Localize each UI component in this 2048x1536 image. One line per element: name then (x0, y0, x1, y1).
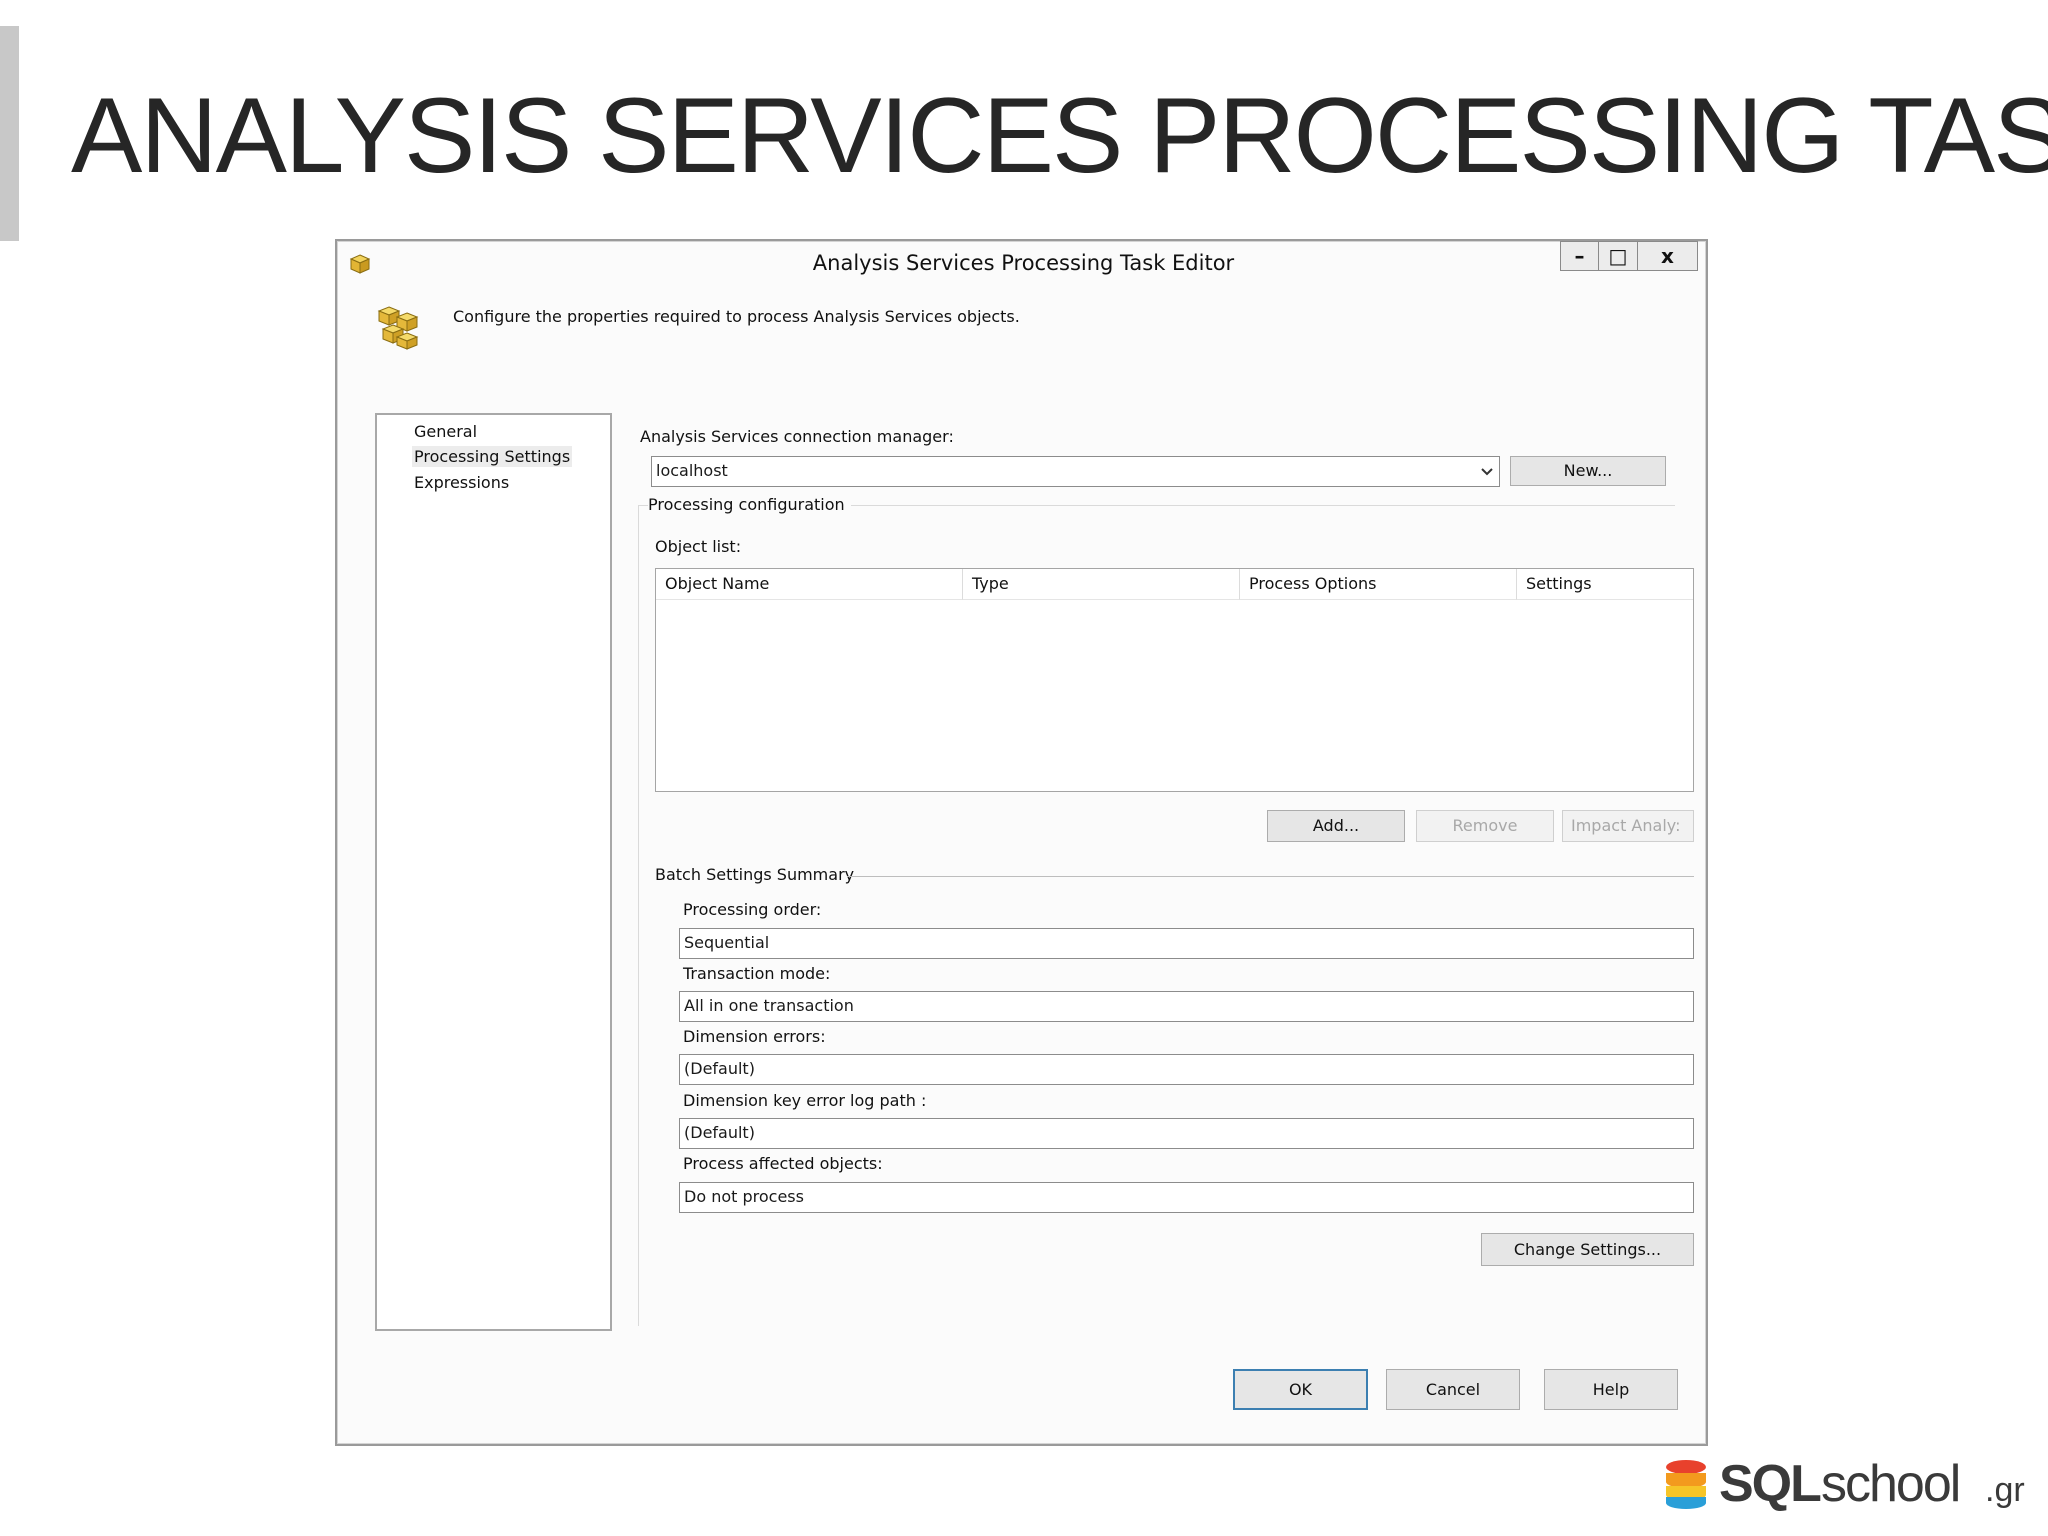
nav-item-general[interactable]: General (412, 421, 479, 442)
slide-accent-bar (0, 26, 19, 241)
help-button[interactable]: Help (1544, 1369, 1678, 1410)
transaction-mode-label: Transaction mode: (683, 964, 831, 983)
logo-text-suffix: .gr (1985, 1471, 2025, 1509)
column-header-process-options[interactable]: Process Options (1240, 569, 1517, 600)
chevron-down-icon (1481, 468, 1493, 476)
remove-button[interactable]: Remove (1416, 810, 1554, 842)
dimension-errors-label: Dimension errors: (683, 1027, 826, 1046)
add-button[interactable]: Add... (1267, 810, 1405, 842)
nav-item-expressions[interactable]: Expressions (412, 472, 511, 493)
maximize-icon: □ (1608, 244, 1628, 268)
transaction-mode-field: All in one transaction (679, 991, 1694, 1022)
cancel-button[interactable]: Cancel (1386, 1369, 1520, 1410)
ok-button[interactable]: OK (1233, 1369, 1368, 1410)
processing-configuration-label: Processing configuration (648, 495, 851, 514)
dimension-key-error-log-label: Dimension key error log path : (683, 1091, 927, 1110)
close-icon: x (1661, 244, 1674, 268)
object-list[interactable]: Object Name Type Process Options Setting… (655, 568, 1694, 792)
logo-text-sql: SQL (1719, 1455, 1822, 1513)
nav-pane: General Processing Settings Expressions (375, 413, 612, 1331)
dimension-errors-field: (Default) (679, 1054, 1694, 1085)
nav-item-processing-settings[interactable]: Processing Settings (412, 446, 573, 467)
slide-title: ANALYSIS SERVICES PROCESSING TASK (71, 75, 2048, 195)
dimension-key-error-log-field: (Default) (679, 1118, 1694, 1149)
batch-settings-divider (847, 876, 1694, 877)
column-header-type[interactable]: Type (963, 569, 1240, 600)
processing-order-label: Processing order: (683, 900, 822, 919)
connection-manager-label: Analysis Services connection manager: (640, 427, 954, 446)
impact-analysis-button[interactable]: Impact Analy: (1562, 810, 1694, 842)
dialog-description: Configure the properties required to pro… (453, 307, 1020, 326)
connection-manager-value: localhost (656, 461, 728, 480)
processing-order-field: Sequential (679, 928, 1694, 959)
minimize-icon: – (1574, 244, 1585, 268)
dialog-title: Analysis Services Processing Task Editor (812, 251, 1235, 275)
maximize-button[interactable]: □ (1598, 241, 1638, 271)
cube-icon (377, 306, 419, 350)
batch-settings-label: Batch Settings Summary (655, 865, 855, 884)
change-settings-button[interactable]: Change Settings... (1481, 1233, 1694, 1266)
database-logo-icon (1666, 1460, 1706, 1509)
task-editor-dialog: Analysis Services Processing Task Editor… (335, 239, 1708, 1446)
minimize-button[interactable]: – (1560, 241, 1599, 271)
column-header-object-name[interactable]: Object Name (656, 569, 963, 600)
process-affected-objects-field: Do not process (679, 1182, 1694, 1213)
new-connection-button[interactable]: New... (1510, 456, 1666, 486)
connection-manager-select[interactable]: localhost (651, 456, 1500, 487)
sqlschool-logo: SQL school .gr (1663, 1455, 2035, 1513)
logo-text-school: school (1821, 1455, 1961, 1513)
object-list-label: Object list: (655, 537, 742, 556)
close-button[interactable]: x (1637, 241, 1698, 271)
column-header-settings[interactable]: Settings (1517, 569, 1693, 600)
process-affected-objects-label: Process affected objects: (683, 1154, 883, 1173)
